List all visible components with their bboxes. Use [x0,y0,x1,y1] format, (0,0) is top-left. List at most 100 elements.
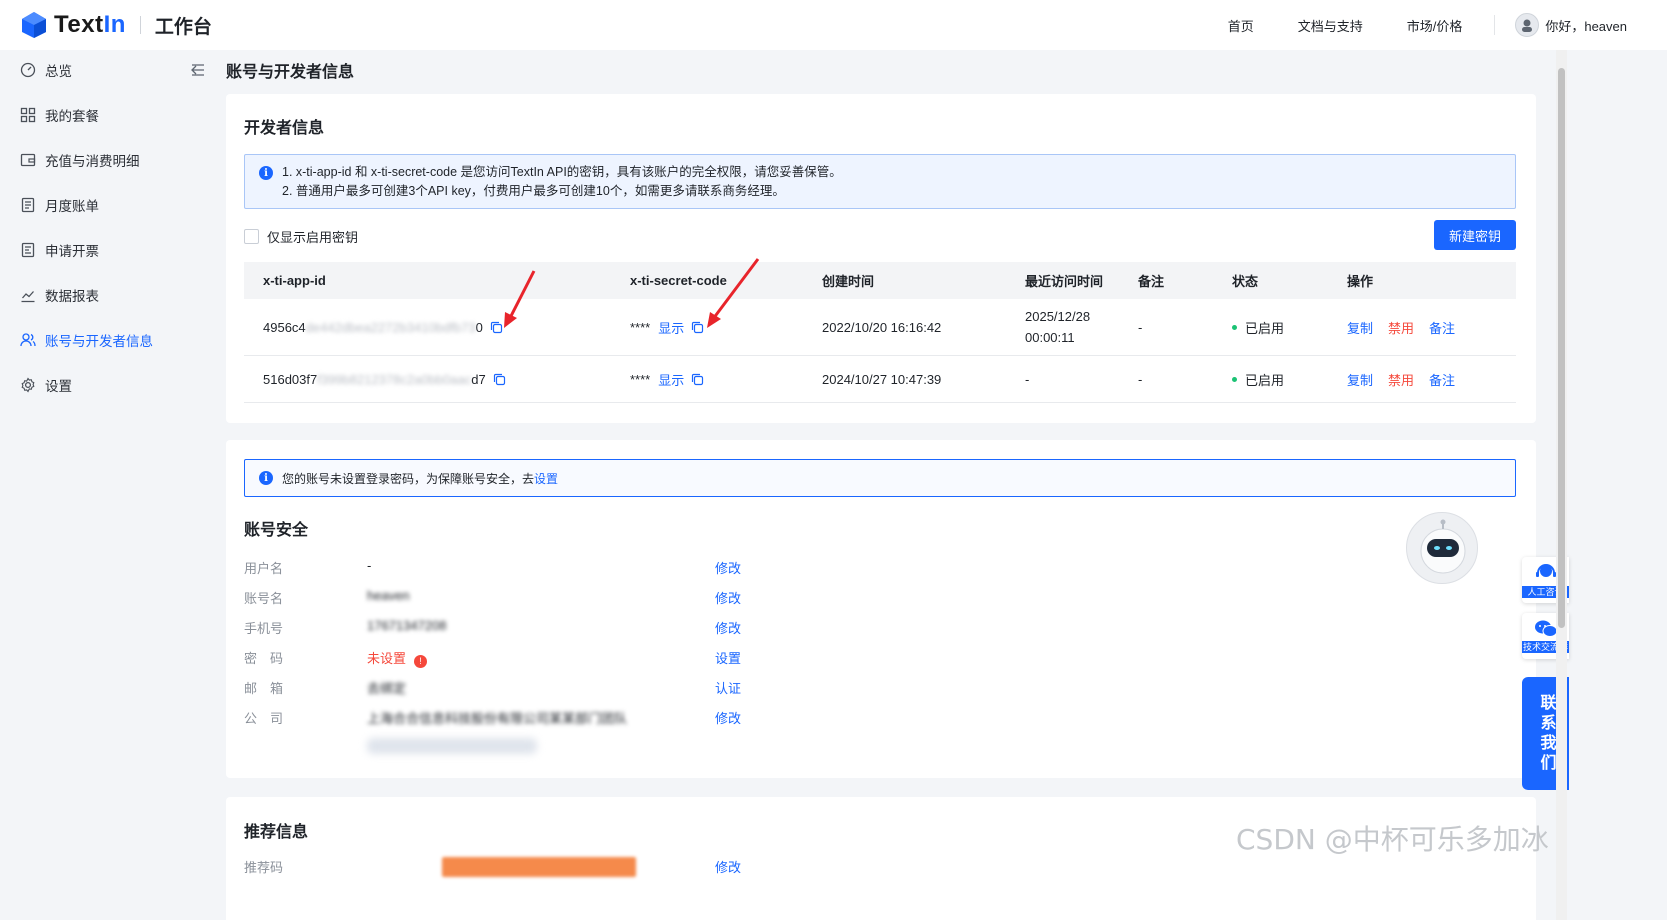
hexagon-logo-icon [22,12,46,38]
sidebar-item-settings[interactable]: 设置 [20,374,72,396]
password-set-link[interactable]: 设置 [715,648,741,667]
textin-logo[interactable]: TextIn 工作台 [20,11,212,39]
account-name-value: heaven [367,588,410,603]
status-cell: 已启用 [1232,299,1284,355]
secret-mask: **** [630,371,651,387]
developer-info-title: 开发者信息 [244,120,325,137]
logo-divider [139,16,141,34]
last-access-cell: - [1025,371,1030,387]
email-verify-link[interactable]: 认证 [715,678,741,697]
enabled-only-checkbox[interactable] [244,229,259,244]
app-id-blurred: f399b8212378c2a0bb0aac [317,371,472,387]
col-remark: 备注 [1138,274,1165,289]
nav-separator [1494,15,1496,35]
avatar[interactable] [1515,13,1540,37]
sidebar-item-label: 月度账单 [45,199,99,214]
referral-card: 推荐信息 推荐码 修改 [226,797,1536,920]
copy-icon[interactable] [691,321,704,334]
secret-code-cell: **** 显示 [630,356,704,402]
sidebar-item-label: 我的套餐 [45,109,99,124]
user-greeting[interactable]: 你好，heaven [1545,16,1627,35]
enabled-only-filter[interactable]: 仅显示启用密钥 [244,227,358,246]
referral-code-label: 推荐码 [244,860,284,875]
status-dot [1232,376,1237,382]
nav-home[interactable]: 首页 [1228,16,1254,35]
top-bar: TextIn 工作台 首页 文档与支持 市场/价格 你好，heaven [0,0,1667,50]
app-id-head: 516d03f7 [263,371,318,387]
sidebar-item-label: 总览 [45,64,72,79]
phone-edit-link[interactable]: 修改 [715,618,741,637]
phone-value: 17671347208 [367,618,447,633]
referral-edit-link[interactable]: 修改 [715,857,741,876]
secret-code-cell: **** 显示 [630,299,704,355]
status-badge: 已启用 [1245,320,1285,336]
api-key-table: x-ti-app-id x-ti-secret-code 创建时间 最近访问时间… [244,262,1516,403]
notice-line-2: 2. 普通用户最多可创建3个API key，付费用户最多可创建10个，如需更多请… [282,184,785,198]
sidebar-item-label: 账号与开发者信息 [45,334,153,349]
logo-text-a: Text [54,11,104,38]
col-status: 状态 [1232,274,1259,289]
created-cell: 2022/10/20 16:16:42 [822,319,942,335]
show-secret-link[interactable]: 显示 [658,370,684,389]
password-notice-link[interactable]: 设置 [534,470,558,487]
username-value: - [367,558,372,573]
page-scrollbar[interactable] [1556,50,1567,920]
disable-action[interactable]: 禁用 [1388,318,1414,337]
nav-docs[interactable]: 文档与支持 [1298,16,1363,35]
remark-cell: - [1138,371,1143,387]
phone-label: 手机号 [244,621,284,636]
col-app-id: x-ti-app-id [263,273,326,288]
status-dot [1232,324,1237,330]
grid-icon [20,107,36,123]
sidebar-item-overview[interactable]: 总览 [20,59,72,81]
copy-action[interactable]: 复制 [1347,318,1373,337]
password-status: 未设置 [367,651,407,666]
wallet-icon [20,153,36,167]
scroll-thumb[interactable] [1558,68,1565,628]
password-notice: i 您的账号未设置登录密码，为保障账号安全，去 设置 [244,459,1516,497]
api-key-notice: i 1. x-ti-app-id 和 x-ti-secret-code 是您访问… [244,154,1516,209]
referral-banner [442,857,636,877]
new-key-button[interactable]: 新建密钥 [1434,220,1516,250]
copy-icon[interactable] [493,373,506,386]
copy-icon[interactable] [490,321,503,334]
username-edit-link[interactable]: 修改 [715,558,741,577]
notice-line-1: 1. x-ti-app-id 和 x-ti-secret-code 是您访问Te… [282,165,842,179]
copy-icon[interactable] [691,373,704,386]
enabled-only-label: 仅显示启用密钥 [267,230,359,245]
password-value: 未设置! [367,648,428,668]
app-id-tail: 0 [475,319,483,335]
page-title: 账号与开发者信息 [226,64,355,81]
disable-action[interactable]: 禁用 [1388,370,1414,389]
robot-assistant[interactable] [1406,512,1478,584]
app-id-cell: 516d03f7 f399b8212378c2a0bb0aac d7 [263,356,506,402]
sidebar-item-reports[interactable]: 数据报表 [20,284,99,306]
gear-icon [21,377,35,393]
sidebar-item-invoice[interactable]: 申请开票 [20,239,99,261]
sidebar-item-my-plan[interactable]: 我的套餐 [20,104,99,126]
nav-market[interactable]: 市场/价格 [1407,16,1463,35]
csdn-watermark: CSDN @中杯可乐多加冰 [1236,823,1549,856]
remark-action[interactable]: 备注 [1429,318,1455,337]
dashboard-icon [20,62,36,78]
last-access-time: 00:00:11 [1025,330,1075,345]
copy-action[interactable]: 复制 [1347,370,1373,389]
app-id-blurred: de442dbea2272b3410bdfb73 [305,319,476,335]
logo-text-b: In [103,11,126,38]
sidebar-item-account[interactable]: 账号与开发者信息 [20,329,153,351]
account-name-edit-link[interactable]: 修改 [715,588,741,607]
company-edit-link[interactable]: 修改 [715,708,741,727]
last-access-cell: 2025/12/28 00:00:11 [1025,299,1090,355]
sidebar-item-recharge[interactable]: 充值与消费明细 [20,149,140,171]
sidebar-item-label: 申请开票 [45,244,99,259]
remark-action[interactable]: 备注 [1429,370,1455,389]
headset-icon [1535,564,1556,577]
show-secret-link[interactable]: 显示 [658,318,684,337]
sidebar-item-monthly-bill[interactable]: 月度账单 [20,194,99,216]
developer-info-card: 开发者信息 i 1. x-ti-app-id 和 x-ti-secret-cod… [226,94,1536,423]
col-last-access: 最近访问时间 [1025,274,1104,289]
collapse-sidebar-icon[interactable] [188,61,206,79]
secret-mask: **** [630,319,651,335]
created-cell: 2024/10/27 10:47:39 [822,371,942,387]
account-security-card: i 您的账号未设置登录密码，为保障账号安全，去 设置 账号安全 用户名 - 修改… [226,440,1536,778]
